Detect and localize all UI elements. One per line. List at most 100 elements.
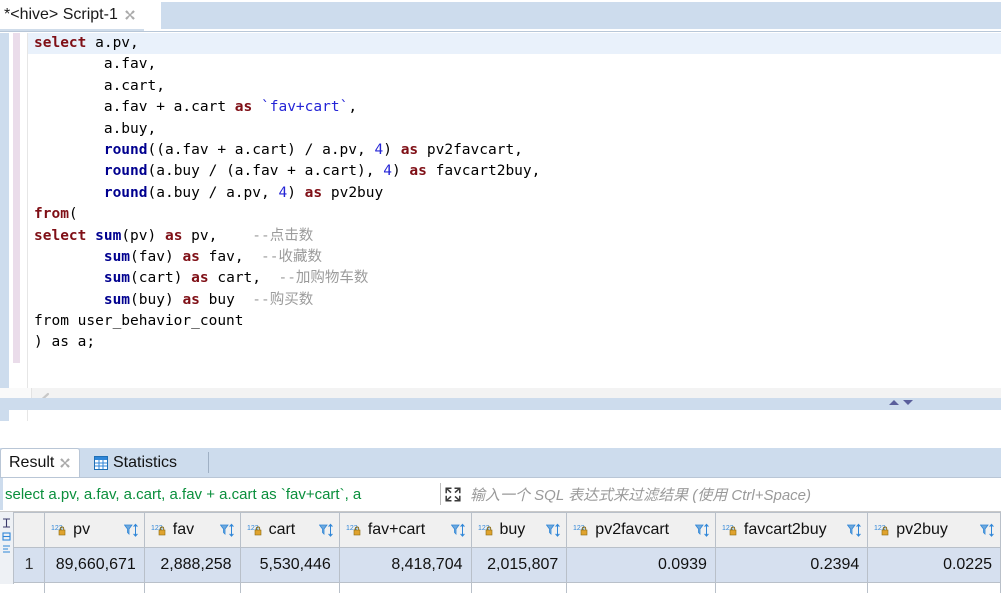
code-token: as <box>234 99 253 116</box>
editor-tab-bar: *<hive> Script-1 <box>0 0 1001 32</box>
code-line[interactable]: round((a.fav + a.cart) / a.pv, 4) as pv2… <box>28 140 1001 161</box>
cell-value: 0.0225 <box>943 556 992 573</box>
code-token: ) <box>383 141 401 158</box>
table-row[interactable]: 1 89,660,671 2,888,258 5,530,446 8,418,704 2,… <box>14 547 1001 583</box>
code-token: sum <box>103 248 131 265</box>
code-token: a.fav, <box>34 56 157 73</box>
cell-empty <box>566 582 716 593</box>
editor-scroll-markers[interactable] <box>0 398 1001 410</box>
code-line[interactable]: round(a.buy / a.pv, 4) as pv2buy <box>28 183 1001 204</box>
row-number-cell[interactable]: 1 <box>14 547 46 583</box>
scroll-up-marker-icon[interactable] <box>889 400 899 405</box>
filter-sort-icon[interactable] <box>219 523 235 538</box>
cell-cart[interactable]: 5,530,446 <box>240 547 340 583</box>
code-line[interactable]: round(a.buy / (a.fav + a.cart), 4) as fa… <box>28 161 1001 182</box>
filter-sort-icon[interactable] <box>450 523 466 538</box>
cell-pv[interactable]: 89,660,671 <box>44 547 145 583</box>
code-line[interactable]: a.fav + a.cart as `fav+cart`, <box>28 97 1001 118</box>
filter-sort-icon[interactable] <box>846 523 862 538</box>
code-line[interactable]: select sum(pv) as pv, --点击数 <box>28 226 1001 247</box>
code-token: a.fav + a.cart <box>34 99 235 116</box>
code-token: as <box>409 163 427 180</box>
code-line[interactable]: sum(cart) as cart, --加购物车数 <box>28 268 1001 289</box>
column-header-pv[interactable]: 123 pv <box>44 512 145 548</box>
code-token: fav, <box>199 248 262 265</box>
column-header-label: favcart2buy <box>743 521 827 538</box>
result-filter-bar[interactable]: select a.pv, a.fav, a.cart, a.fav + a.ca… <box>0 478 1001 512</box>
filter-sort-icon[interactable] <box>694 523 710 538</box>
cell-empty <box>471 582 568 593</box>
cell-buy[interactable]: 2,015,807 <box>471 547 568 583</box>
grid-side-toolbar[interactable] <box>0 512 14 584</box>
editor-tab-script-1[interactable]: *<hive> Script-1 <box>0 0 144 31</box>
code-token: sum <box>103 270 131 287</box>
code-line[interactable]: a.buy, <box>28 119 1001 140</box>
column-header-label: cart <box>268 521 296 538</box>
code-line[interactable]: select a.pv, <box>28 33 1001 55</box>
code-token: from <box>34 206 69 223</box>
column-header-label: pv2favcart <box>595 521 670 538</box>
cell-favcart2buy[interactable]: 0.2394 <box>715 547 869 583</box>
code-token: sum <box>103 291 131 308</box>
cell-fav+cart[interactable]: 8,418,704 <box>339 547 472 583</box>
code-token: as <box>400 141 419 158</box>
column-header-cart[interactable]: 123 cart <box>240 512 340 548</box>
cell-pv2buy[interactable]: 0.0225 <box>867 547 1001 583</box>
cell-pv2favcart[interactable]: 0.0939 <box>566 547 716 583</box>
column-header-fav+cart[interactable]: 123 fav+cart <box>339 512 472 548</box>
column-header-pv2favcart[interactable]: 123 pv2favcart <box>566 512 716 548</box>
result-data-table[interactable]: 123 pv 123 fav 123 cart 123 fav+cart 123 buy 123 pv… <box>14 512 1001 593</box>
filter-sort-icon[interactable] <box>318 523 334 538</box>
cell-value: 2,888,258 <box>160 556 232 573</box>
cell-value: 0.0939 <box>657 556 707 573</box>
close-icon[interactable] <box>124 9 136 21</box>
numeric-123-icon: 123 <box>478 523 496 538</box>
code-token: ) <box>391 163 410 180</box>
code-token: round <box>103 141 148 158</box>
tab-statistics[interactable]: Statistics <box>86 448 185 477</box>
cell-value: 8,418,704 <box>391 556 463 573</box>
results-tab-bar: Result Statistics <box>0 448 1001 478</box>
close-icon[interactable] <box>59 457 71 469</box>
result-grid[interactable]: 123 pv 123 fav 123 cart 123 fav+cart 123 buy 123 pv… <box>0 512 1001 593</box>
code-token: ( <box>68 206 78 223</box>
filter-sort-icon[interactable] <box>123 523 139 538</box>
executed-query-text[interactable]: select a.pv, a.fav, a.cart, a.fav + a.ca… <box>5 478 437 510</box>
table-empty-row <box>14 582 1001 593</box>
expand-icon[interactable] <box>444 486 462 503</box>
code-line[interactable]: from( <box>28 204 1001 225</box>
column-header-pv2buy[interactable]: 123 pv2buy <box>867 512 1001 548</box>
cell-fav[interactable]: 2,888,258 <box>144 547 241 583</box>
cell-value: 2,015,807 <box>487 556 559 573</box>
code-token: --购买数 <box>252 291 314 308</box>
column-header-label: fav <box>172 521 195 538</box>
code-token: buy <box>199 291 253 308</box>
editor-bottom-strip <box>0 388 1001 410</box>
column-header-fav[interactable]: 123 fav <box>144 512 241 548</box>
column-header-favcart2buy[interactable]: 123 favcart2buy <box>715 512 869 548</box>
code-line[interactable]: sum(fav) as fav, --收藏数 <box>28 247 1001 268</box>
code-line[interactable]: ) as a; <box>28 332 1001 353</box>
row-number-header[interactable] <box>14 512 46 548</box>
code-line[interactable]: from user_behavior_count <box>28 311 1001 332</box>
code-line[interactable]: a.cart, <box>28 76 1001 97</box>
code-line[interactable]: a.fav, <box>28 54 1001 75</box>
tab-result[interactable]: Result <box>0 448 81 477</box>
code-token: ((a.fav + a.cart) / a.pv, <box>147 141 375 158</box>
code-token: (cart) <box>130 270 192 287</box>
numeric-123-icon: 123 <box>51 523 69 538</box>
filter-sort-icon[interactable] <box>979 523 995 538</box>
sql-text-editor[interactable]: select a.pv, a.fav, a.cart, a.fav + a.ca… <box>0 33 1001 421</box>
sql-editor-window: *<hive> Script-1 select a.pv, a.fav, a.c… <box>0 0 1001 593</box>
filter-sort-icon[interactable] <box>545 523 561 538</box>
tab-result-label: Result <box>9 454 55 471</box>
filter-input-placeholder[interactable]: 输入一个 SQL 表达式来过滤结果 (使用 Ctrl+Space) <box>470 478 811 510</box>
scroll-down-marker-icon[interactable] <box>903 400 913 405</box>
sql-code-content[interactable]: select a.pv, a.fav, a.cart, a.fav + a.ca… <box>28 33 1001 421</box>
code-line[interactable]: sum(buy) as buy --购买数 <box>28 290 1001 311</box>
column-header-buy[interactable]: 123 buy <box>471 512 568 548</box>
